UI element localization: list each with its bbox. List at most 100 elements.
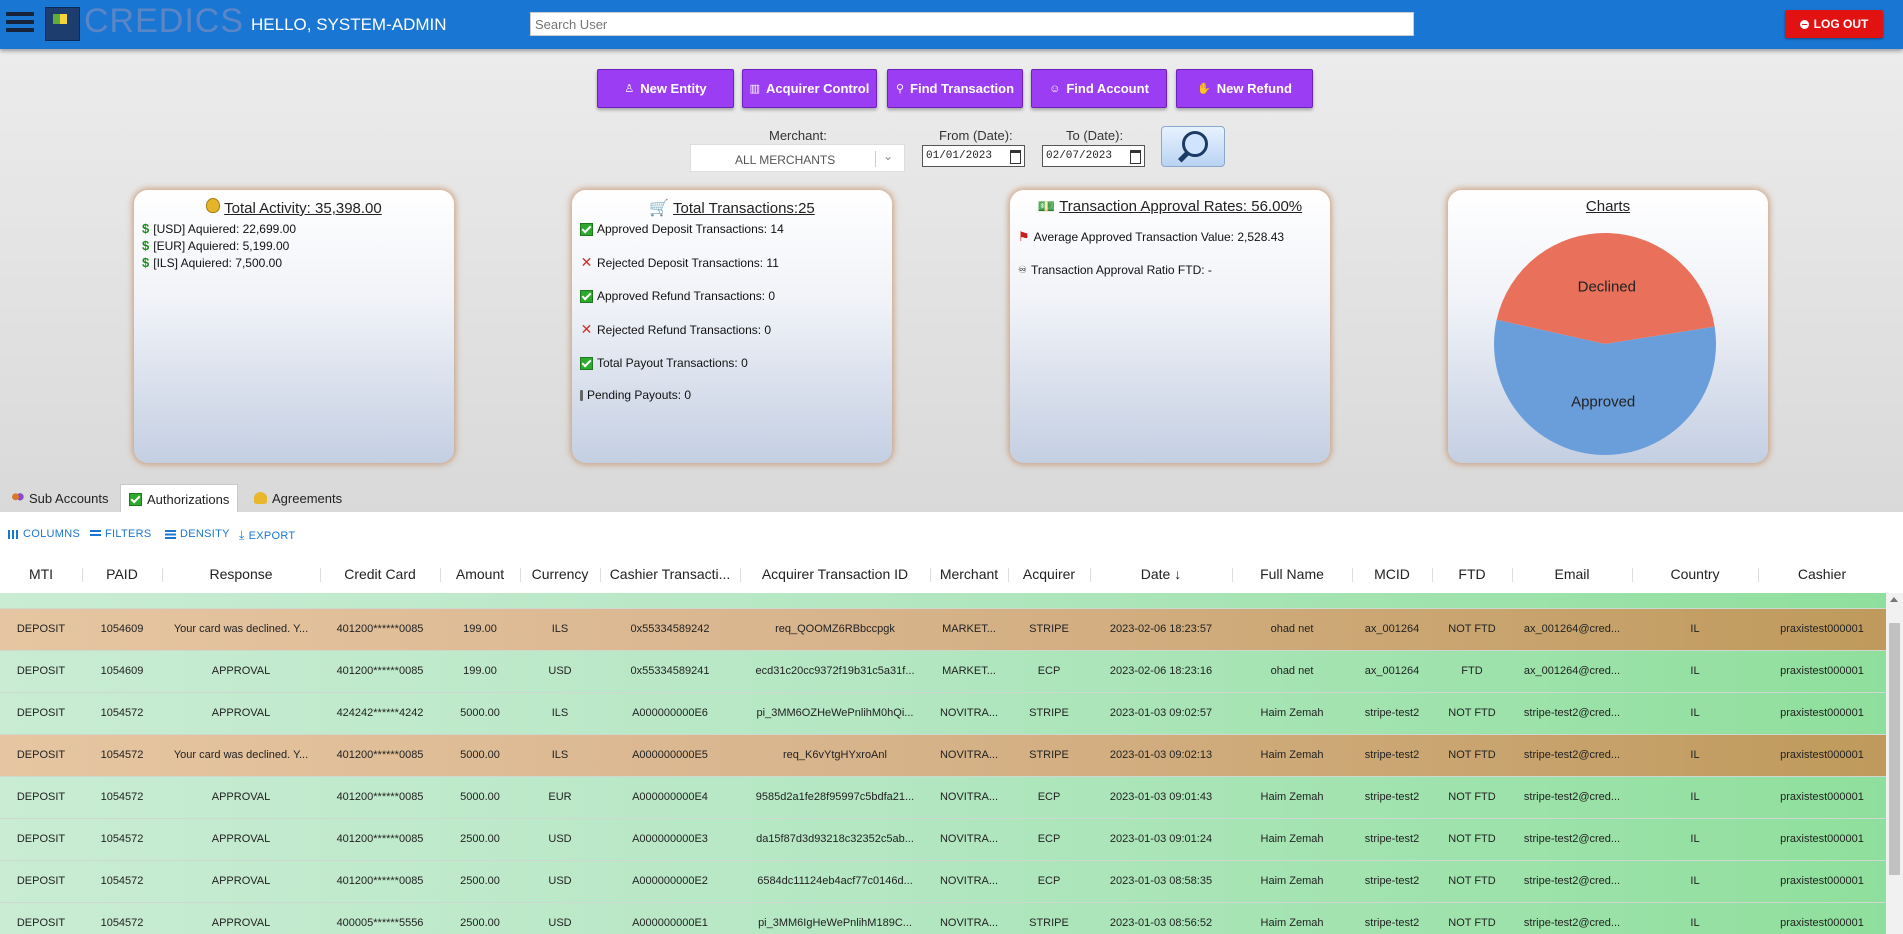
column-header-mti[interactable]: MTI xyxy=(0,556,82,593)
column-separator[interactable] xyxy=(1090,568,1091,582)
to-date-input[interactable]: 02/07/2023 xyxy=(1042,145,1145,167)
table-row[interactable]: DEPOSIT 1054572 Your card was declined. Y.… xyxy=(0,735,1886,777)
columns-icon xyxy=(8,529,19,539)
cell-email: ax_001264@cred... xyxy=(1512,593,1632,608)
column-header-country[interactable]: Country xyxy=(1632,556,1758,593)
cell-currency: ILS xyxy=(551,623,569,635)
cell-mti: DEPOSIT xyxy=(16,749,66,761)
filters-button[interactable]: FILTERS xyxy=(90,528,152,540)
column-separator[interactable] xyxy=(600,568,601,582)
merchant-select[interactable]: ALL MERCHANTS ⌄ xyxy=(690,144,905,172)
new-entity-button[interactable]: ♙ New Entity xyxy=(597,69,734,108)
filter-icon xyxy=(90,529,101,539)
column-header-currency[interactable]: Currency xyxy=(520,556,600,593)
cell-paid: 1054572 xyxy=(100,791,144,803)
column-header-ftd[interactable]: FTD xyxy=(1432,556,1512,593)
table-row[interactable]: DEPOSIT 1054572 APPROVAL 400005******5556 25… xyxy=(0,903,1886,934)
density-button[interactable]: DENSITY xyxy=(165,528,230,540)
calendar-icon[interactable] xyxy=(1010,150,1021,164)
calendar-icon[interactable] xyxy=(1130,150,1141,164)
column-header-amount[interactable]: Amount xyxy=(440,556,520,593)
columns-button[interactable]: COLUMNS xyxy=(8,528,80,540)
dollar-icon: $ xyxy=(142,255,150,270)
column-separator[interactable] xyxy=(162,568,163,582)
cell-cashier: praxistest000001 xyxy=(1780,665,1864,677)
filters-label: FILTERS xyxy=(105,528,152,540)
cell-country: IL xyxy=(1690,791,1700,803)
search-user-input[interactable] xyxy=(530,12,1414,36)
column-header-cashier[interactable]: Cashier xyxy=(1758,556,1886,593)
column-header-merchant[interactable]: Merchant xyxy=(930,556,1008,593)
column-separator[interactable] xyxy=(1432,568,1433,582)
card-title: 💵 Transaction Approval Rates: 56.00% xyxy=(1010,198,1330,215)
column-separator[interactable] xyxy=(1008,568,1009,582)
tab-authorizations[interactable]: Authorizations xyxy=(120,484,239,513)
scroll-thumb[interactable] xyxy=(1889,623,1900,875)
cell-country: IL xyxy=(1632,593,1758,608)
table-row[interactable]: DEPOSIT 1054572 APPROVAL 401200******0085 25… xyxy=(0,819,1886,861)
table-row[interactable]: DEPOSIT 1054572 APPROVAL 424242******4242 50… xyxy=(0,693,1886,735)
hamburger-menu-icon[interactable] xyxy=(6,12,34,36)
tab-agreements[interactable]: Agreements xyxy=(246,484,350,512)
table-row[interactable]: DEPOSIT 1054572 APPROVAL 401200******0085 50… xyxy=(0,777,1886,819)
table-row[interactable]: DEPOSIT 1054609 Your card was declined. Y.… xyxy=(0,609,1886,651)
cell-email: stripe-test2@cred... xyxy=(1523,791,1621,803)
find-account-button[interactable]: ☺ Find Account xyxy=(1031,69,1167,108)
cell-mti: DEPOSIT xyxy=(16,707,66,719)
column-header-acquirer[interactable]: Acquirer xyxy=(1008,556,1090,593)
column-separator[interactable] xyxy=(1352,568,1353,582)
cell-date: 2023-02-06 18:23:57 xyxy=(1109,623,1213,635)
brand-name: CREDICS xyxy=(84,2,245,40)
column-separator[interactable] xyxy=(1232,568,1233,582)
transactions-line: ✕ Rejected Deposit Transactions: 11 xyxy=(580,254,892,271)
column-separator[interactable] xyxy=(740,568,741,582)
acquirer-control-button[interactable]: ▥ Acquirer Control xyxy=(742,69,877,108)
table-row[interactable]: DEPOSIT1054609APPROVAL401200******008519… xyxy=(0,651,1886,693)
search-button[interactable] xyxy=(1161,126,1225,167)
table-row[interactable]: DEPOSIT 1054572 APPROVAL 401200******0085 25… xyxy=(0,861,1886,903)
export-button[interactable]: ⤓ EXPORT xyxy=(239,528,295,543)
density-label: DENSITY xyxy=(180,528,230,540)
column-separator[interactable] xyxy=(520,568,521,582)
column-separator[interactable] xyxy=(1512,568,1513,582)
cell-cashier-transaction-id: A000000000E5 xyxy=(632,749,708,761)
column-separator[interactable] xyxy=(1758,568,1759,582)
column-header-credit-card[interactable]: Credit Card xyxy=(320,556,440,593)
column-header-response[interactable]: Response xyxy=(162,556,320,593)
logo-icon xyxy=(45,7,80,41)
scroll-up-arrow-icon[interactable] xyxy=(1890,597,1898,602)
cell-mcid: ax_001264 xyxy=(1352,593,1432,608)
cell-date: 2023-01-03 09:01:43 xyxy=(1109,791,1213,803)
vertical-scrollbar[interactable] xyxy=(1886,593,1903,934)
grid-body: DEPOSIT1054609APPROVAL401200******008519… xyxy=(0,593,1886,934)
column-separator[interactable] xyxy=(82,568,83,582)
tab-sub-accounts[interactable]: Sub Accounts xyxy=(3,484,117,512)
column-header-cashier-transaction-id[interactable]: Cashier Transacti... xyxy=(600,556,740,593)
cell-full-name: ohad net xyxy=(1232,593,1352,608)
column-header-mcid[interactable]: MCID xyxy=(1352,556,1432,593)
pie-label-approved: Approved xyxy=(1571,394,1635,411)
dollar-icon: $ xyxy=(142,238,150,253)
column-header-full-name[interactable]: Full Name xyxy=(1232,556,1352,593)
column-header-email[interactable]: Email xyxy=(1512,556,1632,593)
table-row[interactable]: DEPOSIT1054609APPROVAL401200******008519… xyxy=(0,593,1886,609)
logout-button[interactable]: LOG OUT xyxy=(1785,10,1883,38)
new-refund-button[interactable]: ✋ New Refund xyxy=(1176,69,1313,108)
cell-acquirer: ECP xyxy=(1037,833,1061,845)
find-transaction-button[interactable]: ⚲ Find Transaction xyxy=(887,69,1023,108)
approval-pie-chart[interactable]: Declined Approved xyxy=(1493,230,1723,460)
cell-email: ax_001264@cred... xyxy=(1523,665,1621,677)
chevron-down-icon: ⌄ xyxy=(883,149,894,163)
cell-paid: 1054609 xyxy=(82,593,162,608)
column-header-paid[interactable]: PAID xyxy=(82,556,162,593)
column-separator[interactable] xyxy=(440,568,441,582)
column-separator[interactable] xyxy=(320,568,321,582)
cell-cashier: praxistest000001 xyxy=(1758,593,1886,608)
column-separator[interactable] xyxy=(930,568,931,582)
from-date-value: 01/01/2023 xyxy=(926,150,993,162)
from-date-input[interactable]: 01/01/2023 xyxy=(922,145,1025,167)
column-header-acquirer-transaction-id[interactable]: Acquirer Transaction ID xyxy=(740,556,930,593)
cell-cashier: praxistest000001 xyxy=(1780,623,1864,635)
column-separator[interactable] xyxy=(1632,568,1633,582)
column-header-date[interactable]: Date ↓ xyxy=(1090,556,1232,593)
